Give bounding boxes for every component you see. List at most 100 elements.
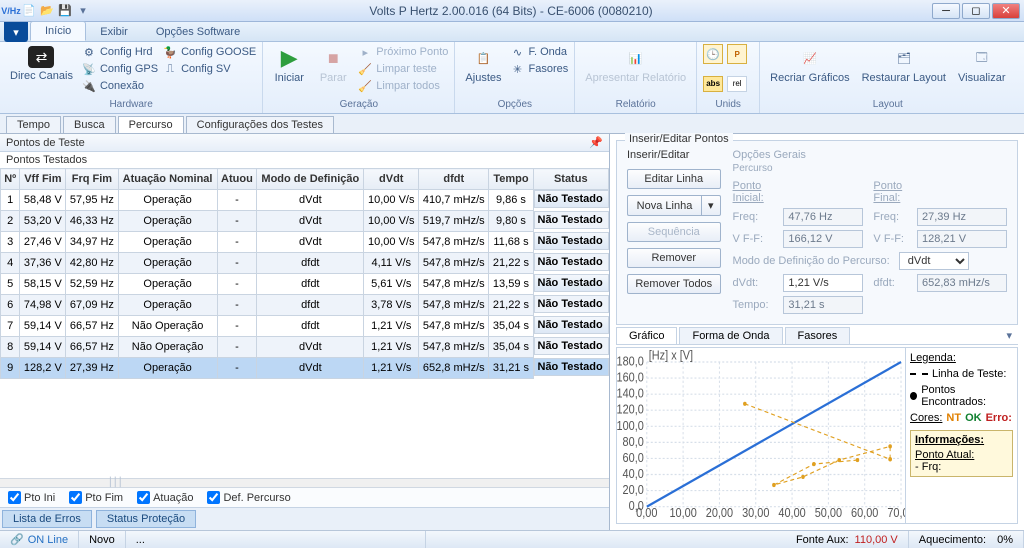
gtab-fasores[interactable]: Fasores xyxy=(785,327,851,344)
save-icon[interactable]: 💾 xyxy=(58,4,72,18)
config-sv-button[interactable]: ⎍Config SV xyxy=(162,61,256,77)
col-header[interactable]: dfdt xyxy=(419,169,489,190)
tab-lista-erros[interactable]: Lista de Erros xyxy=(2,510,92,528)
table-row[interactable]: 759,14 V66,57 HzNão Operação-dfdt1,21 V/… xyxy=(1,316,609,337)
col-header[interactable]: Nº xyxy=(1,169,20,190)
check-defpercurso[interactable]: Def. Percurso xyxy=(207,491,290,504)
tab-busca[interactable]: Busca xyxy=(63,116,116,133)
table-row[interactable]: 327,46 V34,97 HzOperação-dVdt10,00 V/s54… xyxy=(1,232,609,253)
svg-text:40,00: 40,00 xyxy=(778,505,806,520)
iep-sub2: Opções Gerais xyxy=(733,149,1007,161)
limpar-teste-button[interactable]: 🧹Limpar teste xyxy=(357,61,448,77)
svg-text:160,0: 160,0 xyxy=(617,370,644,385)
tab-status-protecao[interactable]: Status Proteção xyxy=(96,510,196,528)
fasores-button[interactable]: ✳Fasores xyxy=(510,61,569,77)
legend-points: Pontos Encontrados: xyxy=(910,384,1013,408)
wave-icon: ∿ xyxy=(510,44,526,60)
link-icon: 🔗 xyxy=(10,533,24,546)
table-row[interactable]: 253,20 V46,33 HzOperação-dVdt10,00 V/s51… xyxy=(1,211,609,232)
clock-icon[interactable]: 🕒 xyxy=(703,44,723,64)
rel-icon[interactable]: rel xyxy=(727,76,747,92)
freq-final-field[interactable] xyxy=(917,208,1007,226)
col-header[interactable]: Tempo xyxy=(489,169,533,190)
recriar-graficos-button[interactable]: 📈Recriar Gráficos xyxy=(766,44,853,86)
direc-canais-button[interactable]: ⇄ Direc Canais xyxy=(6,44,77,84)
freq-inicial-field[interactable] xyxy=(783,208,863,226)
nova-linha-dropdown[interactable]: ▾ xyxy=(701,195,721,216)
graph-tabs: Gráfico Forma de Onda Fasores ▾ xyxy=(616,327,1018,345)
pin-icon[interactable]: 📌 xyxy=(589,136,603,149)
table-row[interactable]: 674,98 V67,09 HzOperação-dfdt3,78 V/s547… xyxy=(1,295,609,316)
lbl-ponto-final: Ponto Final: xyxy=(873,180,907,204)
col-header[interactable]: Modo de Definição xyxy=(257,169,364,190)
tab-inicio[interactable]: Início xyxy=(30,21,86,41)
table-row[interactable]: 158,48 V57,95 HzOperação-dVdt10,00 V/s41… xyxy=(1,190,609,211)
open-icon[interactable]: 📂 xyxy=(40,4,54,18)
qat-dropdown-icon[interactable]: ▾ xyxy=(76,4,90,18)
col-header[interactable]: Atuou xyxy=(217,169,257,190)
editar-linha-button[interactable]: Editar Linha xyxy=(627,169,721,189)
tempo-field[interactable] xyxy=(783,296,863,314)
graph-dropdown-icon[interactable]: ▾ xyxy=(1000,327,1018,344)
check-ptoini[interactable]: Pto Ini xyxy=(8,491,55,504)
table-row[interactable]: 558,15 V52,59 HzOperação-dfdt5,61 V/s547… xyxy=(1,274,609,295)
app-menu-button[interactable]: ▾ xyxy=(4,22,28,42)
config-gps-button[interactable]: 📡Config GPS xyxy=(81,61,158,77)
modo-select[interactable]: dVdt xyxy=(899,252,969,270)
check-ptofim[interactable]: Pto Fim xyxy=(69,491,123,504)
gear-icon: ⚙ xyxy=(81,44,97,60)
table-row[interactable]: 9128,2 V27,39 HzOperação-dVdt1,21 V/s652… xyxy=(1,358,609,379)
ribbon-tabs: ▾ Início Exibir Opções Software xyxy=(0,22,1024,42)
gtab-forma-onda[interactable]: Forma de Onda xyxy=(679,327,782,344)
col-header[interactable]: Atuação Nominal xyxy=(118,169,217,190)
tab-config-testes[interactable]: Configurações dos Testes xyxy=(186,116,334,133)
abs-icon[interactable]: abs xyxy=(703,76,723,92)
col-header[interactable]: Status xyxy=(533,169,609,190)
conexao-button[interactable]: 🔌Conexão xyxy=(81,78,158,94)
restaurar-layout-button[interactable]: 🗂Restaurar Layout xyxy=(858,44,950,86)
proximo-ponto-button[interactable]: ▸Próximo Ponto xyxy=(357,44,448,60)
lbl-ponto-inicial: Ponto Inicial: xyxy=(733,180,774,204)
vff-inicial-field[interactable] xyxy=(783,230,863,248)
tab-percurso[interactable]: Percurso xyxy=(118,116,184,133)
points-table-wrap[interactable]: NºVff FimFrq FimAtuação NominalAtuouModo… xyxy=(0,168,609,478)
table-row[interactable]: 859,14 V66,57 HzNão Operação-dVdt1,21 V/… xyxy=(1,337,609,358)
svg-text:100,0: 100,0 xyxy=(617,418,644,433)
dfdt-field[interactable] xyxy=(917,274,1007,292)
tab-exibir[interactable]: Exibir xyxy=(86,23,142,41)
limpar-todos-button[interactable]: 🧹Limpar todos xyxy=(357,78,448,94)
table-row[interactable]: 437,36 V42,80 HzOperação-dfdt4,11 V/s547… xyxy=(1,253,609,274)
pq-icon[interactable]: P xyxy=(727,44,747,64)
minimize-button[interactable]: ─ xyxy=(932,3,960,19)
relatorio-button[interactable]: 📊Apresentar Relatório xyxy=(581,44,690,86)
parar-button[interactable]: ■Parar xyxy=(313,44,353,86)
maximize-button[interactable]: ◻ xyxy=(962,3,990,19)
col-header[interactable]: dVdt xyxy=(364,169,419,190)
status-novo: Novo xyxy=(79,531,126,548)
tab-tempo[interactable]: Tempo xyxy=(6,116,61,133)
config-goose-button[interactable]: 🦆Config GOOSE xyxy=(162,44,256,60)
ribbon-group-geracao: ▶Iniciar ■Parar ▸Próximo Ponto 🧹Limpar t… xyxy=(263,42,455,113)
close-button[interactable]: ✕ xyxy=(992,3,1020,19)
fonda-button[interactable]: ∿F. Onda xyxy=(510,44,569,60)
remover-todos-button[interactable]: Remover Todos xyxy=(627,274,721,294)
check-atuacao[interactable]: Atuação xyxy=(137,491,193,504)
status-aquecimento: Aquecimento: 0% xyxy=(909,531,1024,548)
remover-button[interactable]: Remover xyxy=(627,248,721,268)
col-header[interactable]: Frq Fim xyxy=(66,169,118,190)
gtab-grafico[interactable]: Gráfico xyxy=(616,327,677,344)
nova-linha-button[interactable]: Nova Linha xyxy=(627,195,701,216)
sequencia-button[interactable]: Sequência xyxy=(627,222,721,242)
plot-canvas[interactable]: 0,020,040,060,080,0100,0120,0140,0160,01… xyxy=(617,348,905,523)
config-hrd-button[interactable]: ⚙Config Hrd xyxy=(81,44,158,60)
new-icon[interactable]: 📄 xyxy=(22,4,36,18)
ajustes-button[interactable]: 📋Ajustes xyxy=(461,44,505,86)
splitter[interactable] xyxy=(0,478,609,488)
vff-final-field[interactable] xyxy=(917,230,1007,248)
visualizar-button[interactable]: 🗔Visualizar xyxy=(954,44,1010,86)
tab-opcoes[interactable]: Opções Software xyxy=(142,23,254,41)
iniciar-button[interactable]: ▶Iniciar xyxy=(269,44,309,86)
dvdt-field[interactable] xyxy=(783,274,863,292)
info-box: Informações: Ponto Atual: - Frq: xyxy=(910,430,1013,477)
col-header[interactable]: Vff Fim xyxy=(20,169,66,190)
